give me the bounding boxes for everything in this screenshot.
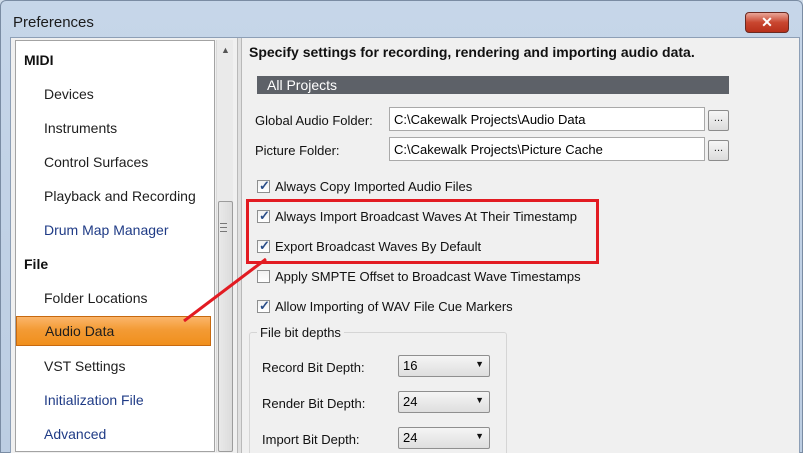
preferences-window: Preferences ✕ MIDI Devices Instruments C…: [0, 0, 803, 453]
checkbox-checked-icon: ✓: [257, 178, 270, 193]
page-heading: Specify settings for recording, renderin…: [249, 44, 695, 60]
nav-item-devices[interactable]: Devices: [16, 78, 212, 110]
global-audio-folder-label: Global Audio Folder:: [255, 113, 373, 128]
record-bit-depth-label: Record Bit Depth:: [262, 360, 365, 375]
import-bit-depth-value: 24: [403, 430, 418, 445]
annotation-pointer-line: [183, 258, 267, 322]
close-icon: ✕: [761, 14, 773, 30]
nav-item-control-surfaces[interactable]: Control Surfaces: [16, 146, 212, 178]
nav-item-drum-map-manager[interactable]: Drum Map Manager: [16, 214, 212, 246]
global-audio-folder-field[interactable]: C:\Cakewalk Projects\Audio Data: [389, 107, 705, 131]
render-bit-depth-label: Render Bit Depth:: [262, 396, 366, 411]
scrollbar-thumb[interactable]: [218, 201, 233, 452]
section-header-all-projects: All Projects: [257, 76, 729, 94]
checkbox-label: Always Copy Imported Audio Files: [275, 179, 473, 194]
dropdown-arrow-icon: ▼: [475, 431, 484, 441]
dropdown-arrow-icon: ▼: [475, 359, 484, 369]
nav-item-advanced[interactable]: Advanced: [16, 418, 212, 450]
record-bit-depth-select[interactable]: 16 ▼: [398, 355, 490, 377]
record-bit-depth-value: 16: [403, 358, 418, 373]
nav-item-vst-settings[interactable]: VST Settings: [16, 350, 212, 382]
nav-item-instruments[interactable]: Instruments: [16, 112, 212, 144]
scroll-up-icon[interactable]: ▲: [219, 44, 232, 56]
global-audio-folder-browse-button[interactable]: ...: [708, 110, 729, 131]
nav-item-initialization-file[interactable]: Initialization File: [16, 384, 212, 416]
window-title: Preferences: [13, 14, 94, 31]
dialog-body: MIDI Devices Instruments Control Surface…: [10, 37, 800, 453]
file-bit-depths-title: File bit depths: [257, 325, 344, 340]
dropdown-arrow-icon: ▼: [475, 395, 484, 405]
preferences-nav: MIDI Devices Instruments Control Surface…: [15, 40, 215, 452]
render-bit-depth-select[interactable]: 24 ▼: [398, 391, 490, 413]
checkbox-label: Apply SMPTE Offset to Broadcast Wave Tim…: [275, 269, 581, 284]
import-bit-depth-label: Import Bit Depth:: [262, 432, 360, 447]
grip-icon: [220, 223, 227, 232]
annotation-highlight-box: [246, 199, 599, 264]
close-button[interactable]: ✕: [745, 12, 789, 33]
nav-scrollbar[interactable]: ▲: [216, 40, 233, 452]
panel-splitter[interactable]: [237, 38, 242, 453]
nav-item-audio-data[interactable]: Audio Data: [16, 316, 211, 346]
nav-group-midi: MIDI: [24, 52, 54, 68]
render-bit-depth-value: 24: [403, 394, 418, 409]
picture-folder-label: Picture Folder:: [255, 143, 340, 158]
import-bit-depth-select[interactable]: 24 ▼: [398, 427, 490, 449]
picture-folder-field[interactable]: C:\Cakewalk Projects\Picture Cache: [389, 137, 705, 161]
checkbox-label: Allow Importing of WAV File Cue Markers: [275, 299, 513, 314]
nav-item-playback-and-recording[interactable]: Playback and Recording: [16, 180, 212, 212]
picture-folder-browse-button[interactable]: ...: [708, 140, 729, 161]
